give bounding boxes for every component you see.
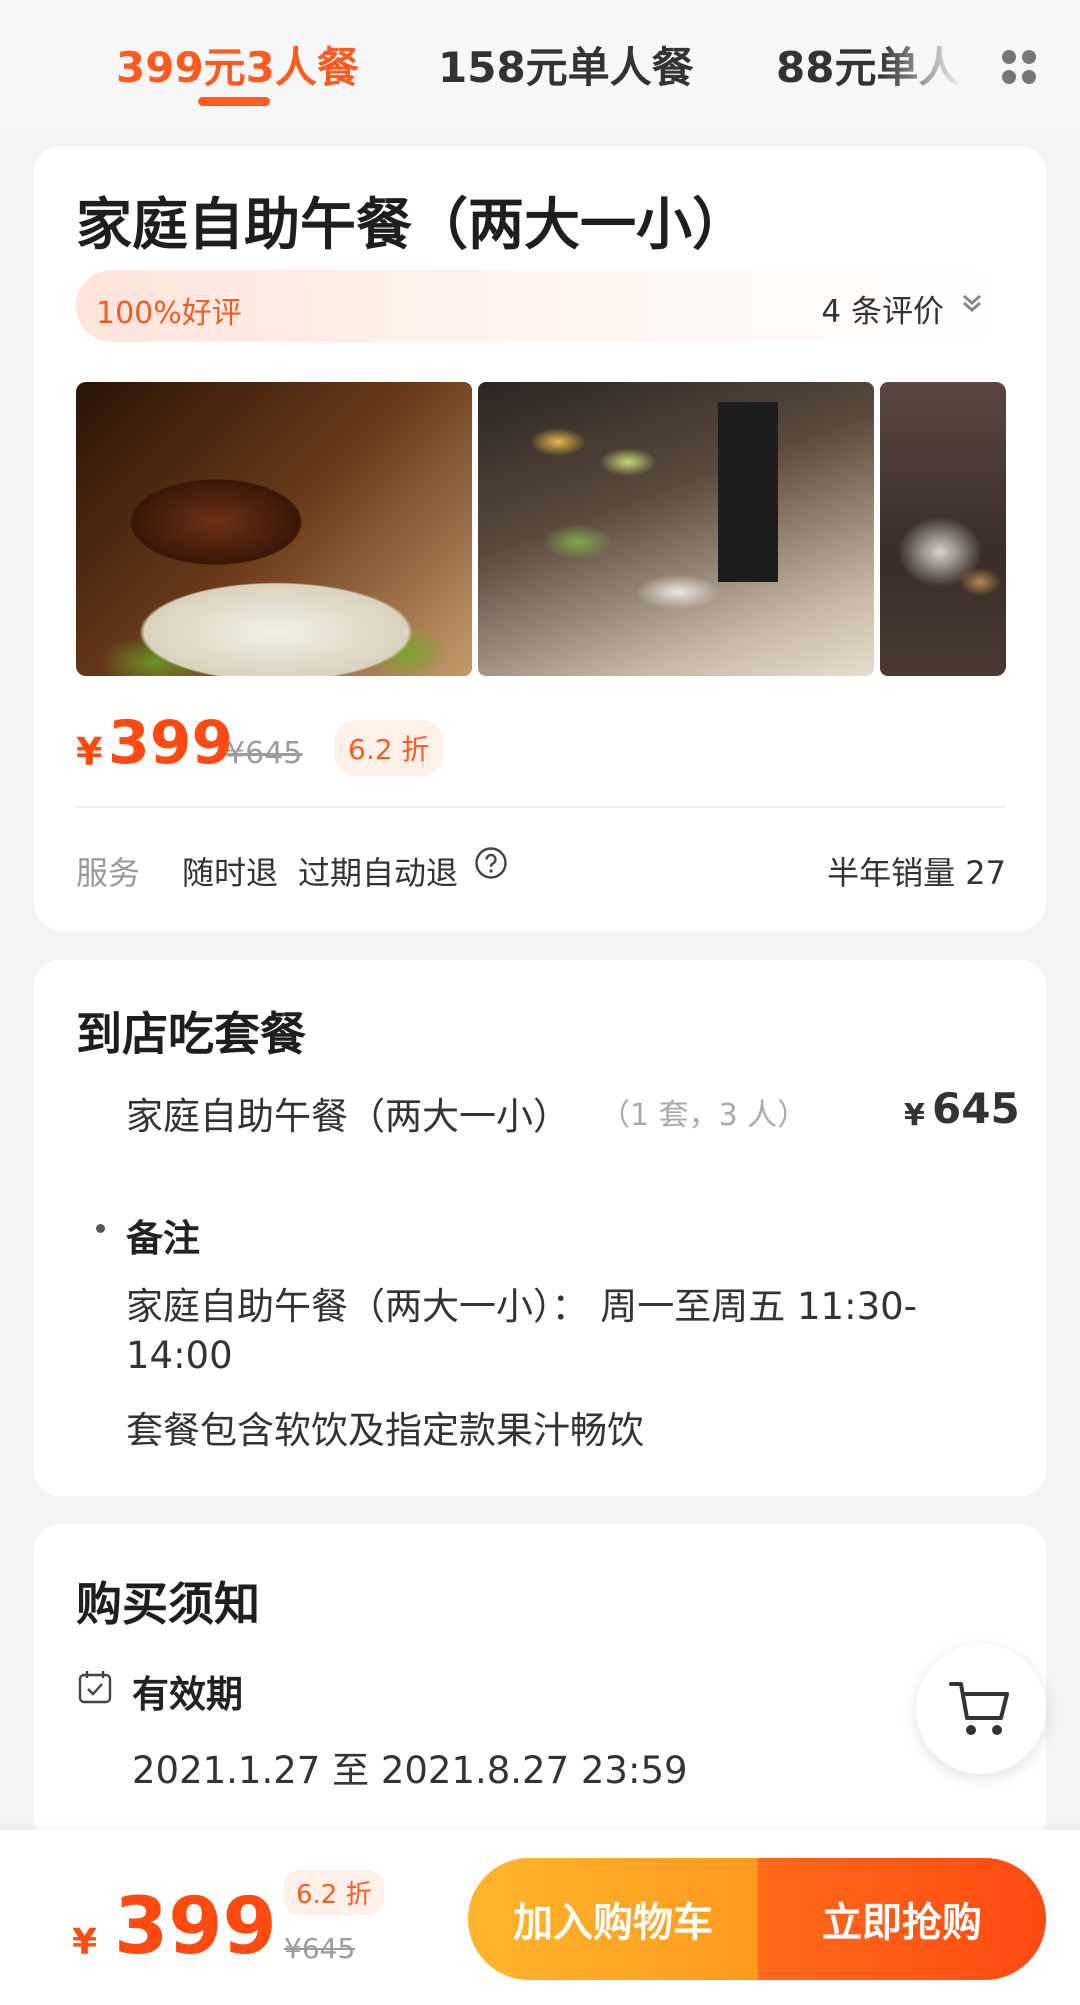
- photo-gallery[interactable]: [76, 382, 1006, 676]
- bottom-action-bar: ¥ 399 6.2 折 ¥645 加入购物车 立即抢购: [0, 1830, 1080, 2005]
- half-year-sales: 半年销量 27: [827, 854, 1006, 892]
- validity-label: 有效期: [132, 1673, 243, 1716]
- validity-range: 2021.1.27 至 2021.8.27 23:59: [132, 1749, 688, 1792]
- floating-cart-button[interactable]: [916, 1644, 1046, 1774]
- note-line: 套餐包含软饮及指定款果汁畅饮: [126, 1409, 644, 1452]
- package-section-title: 到店吃套餐: [76, 1007, 306, 1061]
- deal-price: 399: [108, 708, 234, 778]
- grid-icon[interactable]: [1002, 50, 1038, 86]
- tab-399-3-person[interactable]: 399元3人餐: [116, 34, 359, 95]
- chevron-down-icon: [963, 294, 981, 312]
- service-refund-anytime: 随时退: [182, 854, 279, 892]
- price-symbol: ¥: [76, 730, 103, 774]
- deal-title: 家庭自助午餐（两大一小）: [76, 193, 748, 258]
- review-count[interactable]: 4 条评价: [821, 286, 944, 331]
- bottom-original-price: ¥645: [284, 1932, 356, 1965]
- tab-fade-overlay: [880, 20, 990, 100]
- note-line: 家庭自助午餐（两大一小）： 周一至周五 11:30-14:00: [126, 1285, 918, 1377]
- package-item-price: 645: [932, 1084, 1020, 1133]
- photo-ribs[interactable]: [76, 382, 472, 676]
- rating-bar[interactable]: 100%好评 4 条评价: [76, 270, 1006, 342]
- bullet: [96, 1224, 105, 1233]
- service-label: 服务: [76, 854, 141, 892]
- package-item-name: 家庭自助午餐（两大一小）: [126, 1095, 570, 1138]
- photo-buffet-counter[interactable]: [478, 382, 874, 676]
- calendar-check-icon: [78, 1671, 112, 1704]
- price-row: ¥ 399 ¥645 6.2 折: [76, 706, 1016, 786]
- original-price: ¥645: [226, 736, 303, 771]
- note-label: 备注: [126, 1217, 200, 1260]
- photo-sushi[interactable]: [880, 382, 1006, 676]
- package-item-qty: （1 套，3 人）: [600, 1098, 808, 1133]
- bottom-price: 399: [114, 1882, 277, 1972]
- bottom-price-symbol: ¥: [72, 1922, 98, 1963]
- buy-now-button[interactable]: 立即抢购: [758, 1858, 1046, 1980]
- purchase-notes-card: 购买须知 有效期 2021.1.27 至 2021.8.27 23:59: [34, 1524, 1046, 1844]
- rating-text: 100%好评: [96, 296, 242, 331]
- help-icon[interactable]: [474, 846, 508, 880]
- add-to-cart-button[interactable]: 加入购物车: [468, 1858, 758, 1980]
- tab-158-single[interactable]: 158元单人餐: [438, 34, 694, 95]
- bottom-discount-badge: 6.2 折: [284, 1870, 384, 1915]
- package-card: 到店吃套餐 家庭自助午餐（两大一小） （1 套，3 人） ¥ 645 备注 家庭…: [34, 960, 1046, 1496]
- purchase-notes-title: 购买须知: [76, 1577, 260, 1631]
- package-price-symbol: ¥: [904, 1098, 925, 1133]
- cart-icon: [949, 1682, 1009, 1735]
- discount-badge: 6.2 折: [334, 720, 444, 776]
- divider: [76, 806, 1006, 808]
- deal-card: 家庭自助午餐（两大一小） 100%好评 4 条评价 ¥ 399 ¥645 6.2…: [34, 146, 1046, 930]
- active-tab-indicator: [198, 97, 270, 106]
- service-auto-refund: 过期自动退: [298, 854, 459, 892]
- package-tabs: 399元3人餐 158元单人餐 88元单人: [0, 0, 1080, 130]
